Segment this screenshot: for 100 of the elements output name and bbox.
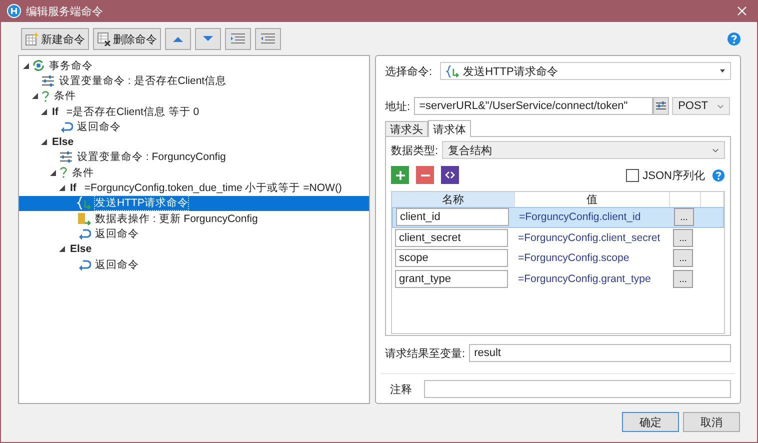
address-label: 地址: bbox=[385, 100, 410, 114]
remove-button[interactable] bbox=[416, 166, 434, 184]
question-mark-icon bbox=[59, 166, 68, 180]
tree-row[interactable]: 返回命令 bbox=[19, 256, 369, 272]
expanded-arrow-icon[interactable] bbox=[59, 246, 65, 252]
chevron-down-icon bbox=[717, 104, 724, 108]
return-arrow-icon bbox=[59, 120, 73, 133]
json-serialize-label: JSON序列化 bbox=[642, 168, 705, 182]
tree-row[interactable]: Else bbox=[19, 134, 369, 150]
expanded-arrow-icon[interactable] bbox=[50, 170, 56, 176]
new-table-icon bbox=[25, 32, 39, 46]
method-dropdown[interactable]: POST bbox=[672, 97, 730, 115]
question-mark-icon bbox=[41, 90, 50, 103]
tree-item-label: 返回命令 bbox=[95, 258, 139, 272]
app-logo-icon bbox=[7, 4, 21, 18]
tree-item-label: 返回命令 bbox=[95, 226, 139, 241]
tree-item-label: =ForguncyConfig.token_due_time 小于或等于 =NOW() bbox=[84, 181, 342, 196]
tree-item-label: 数据表操作 : 更新 ForguncyConfig bbox=[95, 212, 258, 226]
move-down-button[interactable] bbox=[195, 28, 221, 50]
address-field[interactable]: =serverURL&"/UserService/connect/token" bbox=[414, 97, 654, 115]
tree-row[interactable]: If =ForguncyConfig.token_due_time 小于或等于 =NOW() bbox=[19, 180, 369, 196]
tree-item-label: 发送HTTP请求命令 bbox=[95, 196, 188, 210]
branch-keyword: If bbox=[52, 106, 58, 118]
return-arrow-icon bbox=[77, 258, 91, 270]
name-field[interactable]: client_id bbox=[396, 208, 509, 226]
selected-tree-row[interactable]: 发送HTTP请求命令 bbox=[19, 196, 369, 211]
data-type-dropdown[interactable]: 复合结构 bbox=[442, 141, 725, 159]
ellipsis-button[interactable]: ... bbox=[674, 208, 694, 226]
tree-item-label: =是否存在Client信息 等于 0 bbox=[66, 104, 200, 119]
branch-keyword: Else bbox=[52, 136, 74, 148]
name-field[interactable]: grant_type bbox=[395, 270, 508, 288]
branch-keyword: Else bbox=[70, 243, 92, 256]
window-title: 编辑服务端命令 bbox=[26, 4, 103, 18]
plus-icon bbox=[396, 170, 404, 180]
close-icon[interactable] bbox=[737, 6, 747, 16]
tree-row[interactable]: 返回命令 bbox=[19, 226, 369, 242]
command-dropdown[interactable]: 发送HTTP请求命令 bbox=[440, 62, 731, 80]
tab[interactable]: 请求头 bbox=[385, 121, 428, 136]
selected-table-row[interactable]: client_id =ForguncyConfig.client_id ... bbox=[392, 207, 724, 228]
name-field[interactable]: scope bbox=[395, 249, 508, 268]
tree-row[interactable]: 数据表操作 : 更新 ForguncyConfig bbox=[19, 210, 369, 226]
sliders-icon bbox=[655, 101, 668, 111]
tree-item-label: 设置变量命令 : ForguncyConfig bbox=[77, 150, 226, 164]
table-row[interactable]: grant_type =ForguncyConfig.grant_type ... bbox=[392, 268, 724, 289]
code-button[interactable] bbox=[441, 166, 459, 184]
expanded-arrow-icon[interactable] bbox=[41, 108, 47, 115]
expanded-arrow-icon[interactable] bbox=[41, 139, 47, 146]
dropdown-arrow-icon bbox=[720, 69, 725, 73]
tab[interactable]: 请求体 bbox=[428, 120, 471, 137]
help-icon[interactable] bbox=[727, 32, 741, 46]
indent-button[interactable] bbox=[225, 28, 251, 50]
tree-item-label: 设置变量命令 : 是否存在Client信息 bbox=[59, 74, 227, 88]
tree-item-label: 返回命令 bbox=[77, 120, 121, 134]
comment-field[interactable] bbox=[424, 380, 731, 398]
tree-row[interactable]: 条件 bbox=[19, 88, 369, 104]
chevron-down-icon bbox=[712, 148, 719, 152]
move-up-button[interactable] bbox=[165, 28, 191, 50]
outdent-button[interactable] bbox=[255, 28, 281, 50]
http-request-icon bbox=[77, 196, 91, 210]
database-icon bbox=[77, 212, 91, 226]
data-type-label: 数据类型: bbox=[391, 144, 438, 158]
json-serialize-checkbox[interactable] bbox=[626, 168, 639, 182]
tree-row[interactable]: If =是否存在Client信息 等于 0 bbox=[19, 104, 369, 120]
sliders-icon bbox=[41, 74, 55, 87]
expanded-arrow-icon[interactable] bbox=[23, 62, 29, 69]
add-button[interactable] bbox=[391, 166, 409, 184]
tree-row[interactable]: 事务命令 bbox=[19, 58, 369, 74]
value-cell: =ForguncyConfig.scope bbox=[518, 252, 630, 264]
tree-row[interactable]: Else bbox=[19, 242, 369, 257]
help-icon[interactable] bbox=[712, 168, 725, 182]
table-row[interactable]: scope =ForguncyConfig.scope ... bbox=[392, 248, 724, 268]
delete-table-icon bbox=[97, 32, 111, 46]
expanded-arrow-icon[interactable] bbox=[32, 93, 38, 100]
value-cell: =ForguncyConfig.grant_type bbox=[518, 272, 651, 285]
outdent-icon bbox=[260, 33, 276, 45]
new-command-button[interactable]: 新建命令 bbox=[21, 28, 89, 50]
tree-item-label: 条件 bbox=[54, 89, 76, 104]
ellipsis-button[interactable]: ... bbox=[673, 270, 693, 288]
ellipsis-button[interactable]: ... bbox=[673, 228, 693, 247]
tree-row[interactable]: 设置变量命令 : 是否存在Client信息 bbox=[19, 73, 369, 89]
tree-row[interactable]: 条件 bbox=[19, 165, 369, 180]
indent-icon bbox=[230, 33, 246, 45]
http-request-icon bbox=[446, 64, 460, 78]
expanded-arrow-icon[interactable] bbox=[59, 185, 65, 192]
tree-row[interactable]: 设置变量命令 : ForguncyConfig bbox=[19, 150, 369, 166]
ellipsis-button[interactable]: ... bbox=[673, 249, 693, 268]
delete-command-button[interactable]: 删除命令 bbox=[93, 28, 161, 50]
tree-item-label: 条件 bbox=[72, 166, 94, 180]
code-brackets-icon bbox=[445, 170, 455, 180]
cancel-button[interactable]: 取消 bbox=[683, 412, 740, 432]
command-label: 选择命令: bbox=[385, 64, 432, 78]
formula-settings-button[interactable] bbox=[653, 97, 670, 115]
tree-row[interactable]: 返回命令 bbox=[19, 119, 369, 134]
ok-button[interactable]: 确定 bbox=[622, 412, 679, 432]
result-variable-label: 请求结果至变量: bbox=[385, 346, 466, 360]
table-row[interactable]: client_secret =ForguncyConfig.client_secret ... bbox=[392, 228, 724, 248]
column-header: 名称 bbox=[392, 192, 515, 207]
tree-item-label: 事务命令 bbox=[49, 58, 93, 73]
result-variable-field[interactable]: result bbox=[469, 344, 731, 362]
name-field[interactable]: client_secret bbox=[395, 228, 508, 247]
